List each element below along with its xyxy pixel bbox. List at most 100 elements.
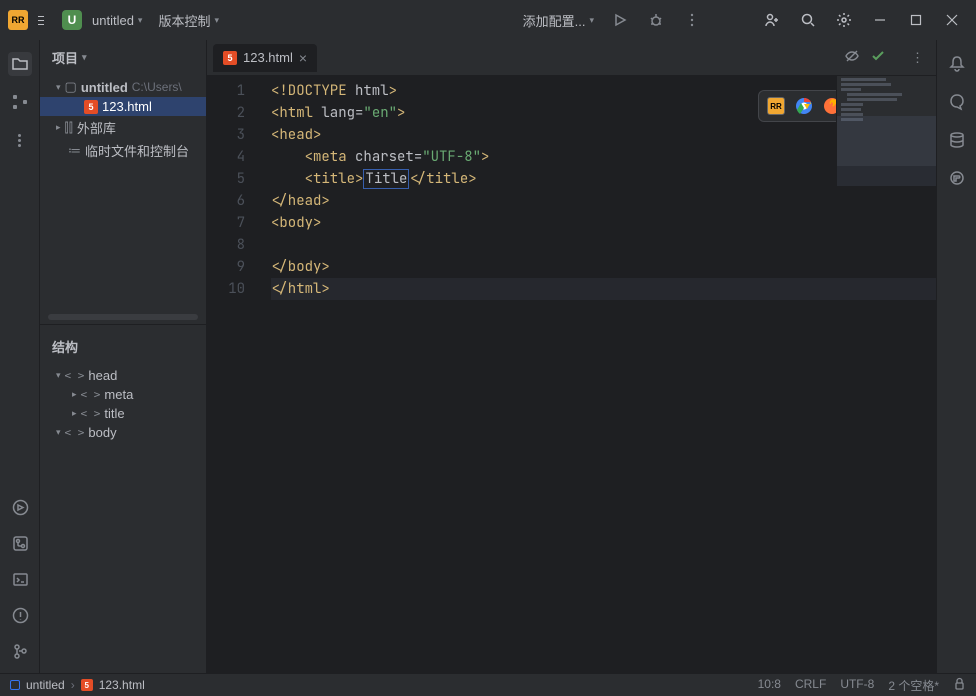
panel-title-label: 项目 [52,48,78,67]
minimap[interactable] [836,76,936,166]
sidebar: 项目 ▾ ▾ ▢ untitled C:\Users\ 5 123.html ▸… [40,40,207,673]
structure-head[interactable]: ▾ < > head [40,366,206,385]
git-button[interactable] [8,639,32,663]
structure-body-label: body [88,425,116,440]
run-button[interactable] [604,4,636,36]
structure-panel-header[interactable]: 结构 [40,329,206,364]
project-badge[interactable]: U [62,10,82,30]
structure-body[interactable]: ▾ < > body [40,423,206,442]
crumb-separator: › [71,678,75,692]
structure-head-label: head [88,368,117,383]
breadcrumb[interactable]: untitled › 5 123.html [10,678,145,692]
chrome-icon[interactable] [795,97,813,115]
main-area: 项目 ▾ ▾ ▢ untitled C:\Users\ 5 123.html ▸… [0,40,976,673]
scrollbar-thumb[interactable] [48,314,198,320]
line-separator[interactable]: CRLF [795,677,826,694]
crumb-file: 123.html [99,678,145,692]
root-name-label: untitled [81,80,128,95]
readonly-toggle[interactable] [953,677,966,694]
chevron-down-icon: ▾ [56,370,61,381]
chevron-right-icon: ▸ [56,122,61,133]
project-tree: ▾ ▢ untitled C:\Users\ 5 123.html ▸ ⫿⫿ 外… [40,75,206,164]
tag-icon: < > [81,407,101,420]
tab-close-button[interactable]: × [299,50,307,66]
crumb-project: untitled [26,678,65,692]
project-name-label: untitled [92,13,134,28]
scratches-icon: ≔ [68,143,81,159]
tag-icon: < > [65,426,85,439]
indent-setting[interactable]: 2 个空格* [888,677,939,694]
database-button[interactable] [945,128,969,152]
structure-title-label: title [104,406,124,421]
chevron-right-icon: ▸ [72,408,77,419]
statusbar: untitled › 5 123.html 10:8 CRLF UTF-8 2 … [0,673,976,696]
chevron-down-icon: ▾ [56,427,61,438]
structure-title[interactable]: ▸ < > title [40,404,206,423]
inspections-widget[interactable] [844,48,886,64]
html-file-icon: 5 [81,679,93,691]
maximize-button[interactable] [900,4,932,36]
structure-meta-label: meta [104,387,133,402]
code-with-me-button[interactable] [756,4,788,36]
gutter[interactable]: 12345678910 [207,76,259,673]
tree-root[interactable]: ▾ ▢ untitled C:\Users\ [40,77,206,97]
chevron-down-icon: ▾ [82,52,87,63]
module-icon [10,680,20,690]
search-button[interactable] [792,4,824,36]
chevron-down-icon: ▾ [214,15,219,26]
close-window-button[interactable] [936,4,968,36]
editor-tabs: 5 123.html × ⋮ [207,40,936,76]
main-menu-button[interactable] [32,10,50,31]
cursor-position[interactable]: 10:8 [758,677,781,694]
services-button[interactable] [8,495,32,519]
chevron-down-icon: ▾ [138,15,143,26]
project-dropdown[interactable]: untitled ▾ [86,9,148,32]
structure-meta[interactable]: ▸ < > meta [40,385,206,404]
notifications-button[interactable] [945,52,969,76]
project-tool-button[interactable] [8,52,32,76]
checkmark-icon [870,48,886,64]
terminal-button[interactable] [8,567,32,591]
problems-button[interactable] [8,603,32,627]
vcs-label: 版本控制 [158,11,210,30]
library-icon: ⫿⫿ [65,120,73,136]
code-content[interactable]: <!DOCTYPE html><html lang="en"><head> <m… [259,76,936,673]
chevron-down-icon: ▾ [589,15,594,26]
more-tools-button[interactable] [8,128,32,152]
structure-tool-button[interactable] [8,90,32,114]
tab-active[interactable]: 5 123.html × [213,44,317,72]
right-toolbar [936,40,976,673]
tabs-more-button[interactable]: ⋮ [899,50,936,66]
file-name-label: 123.html [102,99,152,114]
hide-icon[interactable] [844,48,860,64]
tag-icon: < > [81,388,101,401]
folder-icon: ▢ [65,79,77,95]
minimize-button[interactable] [864,4,896,36]
version-control-button[interactable] [8,531,32,555]
debug-button[interactable] [640,4,672,36]
settings-button[interactable] [828,4,860,36]
tree-file-selected[interactable]: 5 123.html [40,97,206,116]
builtin-preview-button[interactable]: RR [767,97,785,115]
html-file-icon: 5 [84,100,98,114]
chevron-right-icon: ▸ [72,389,77,400]
code-editor[interactable]: 12345678910 <!DOCTYPE html><html lang="e… [207,76,936,673]
tab-label: 123.html [243,50,293,65]
vcs-dropdown[interactable]: 版本控制 ▾ [152,7,225,34]
ai-assistant-button[interactable] [945,90,969,114]
structure-title-label: 结构 [52,337,78,356]
scratches-label: 临时文件和控制台 [85,141,189,160]
file-encoding[interactable]: UTF-8 [840,677,874,694]
more-actions-button[interactable] [676,4,708,36]
project-panel-header[interactable]: 项目 ▾ [40,40,206,75]
left-bottom-toolbar [0,495,40,673]
run-config-label: 添加配置... [523,11,586,30]
tree-external-libs[interactable]: ▸ ⫿⫿ 外部库 [40,116,206,139]
structure-tree: ▾ < > head ▸ < > meta ▸ < > title ▾ < > … [40,364,206,444]
rust-button[interactable] [945,166,969,190]
html-file-icon: 5 [223,51,237,65]
chevron-down-icon: ▾ [56,82,61,93]
editor-area: 5 123.html × ⋮ 12345678910 <!DOCTYPE htm… [207,40,936,673]
tree-scratches[interactable]: ≔ 临时文件和控制台 [40,139,206,162]
run-config-dropdown[interactable]: 添加配置... ▾ [517,7,600,34]
